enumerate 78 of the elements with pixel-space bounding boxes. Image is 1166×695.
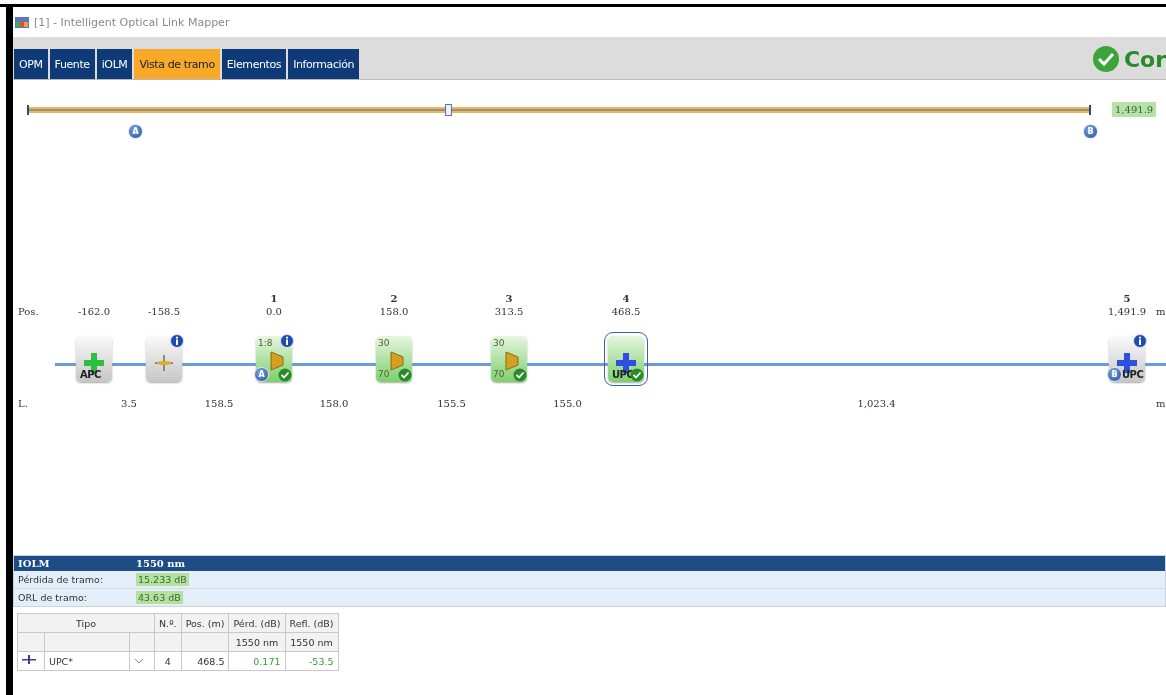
window-title: [1] - Intelligent Optical Link Mapper — [34, 15, 230, 29]
info-icon — [1133, 334, 1147, 348]
element-number: 4 — [622, 293, 630, 304]
summary-label: Pérdida de tramo: — [18, 574, 105, 585]
marker-badge: B — [1107, 367, 1122, 382]
element-position: 1,491.9 — [1107, 306, 1147, 317]
unit-label: m — [1156, 398, 1166, 409]
tab[interactable]: iOLM — [96, 49, 133, 79]
span-length: 3.5 — [121, 398, 137, 409]
check-icon — [278, 368, 292, 382]
tab[interactable]: OPM — [14, 49, 48, 79]
splitter-icon — [505, 348, 519, 374]
table-cell: -53.5 — [285, 651, 338, 671]
table-cell: 4 — [154, 651, 182, 671]
column-header: Pos. (m) — [181, 613, 229, 633]
summary-label: ORL de tramo: — [18, 592, 88, 603]
info-icon — [280, 334, 294, 348]
app-icon — [15, 16, 29, 28]
element-position: -158.5 — [148, 306, 180, 317]
element-number: 3 — [505, 293, 513, 304]
element-position: 313.5 — [494, 306, 524, 317]
tab[interactable]: Elementos — [221, 49, 287, 79]
span-length: 158.5 — [204, 398, 234, 409]
column-header: N.º. — [154, 613, 182, 633]
dropdown-icon[interactable] — [134, 656, 145, 665]
element-node[interactable]: B UPC — [1109, 336, 1145, 382]
element-node[interactable]: APC — [76, 336, 112, 382]
element-node[interactable]: A 1:8 — [256, 336, 292, 382]
span-length: 158.0 — [319, 398, 349, 409]
table-cell: 468.5 — [181, 651, 229, 671]
table-cell: 0.171 — [229, 651, 285, 671]
tab[interactable]: Información — [288, 49, 360, 79]
connector-label: UPC — [1122, 369, 1144, 380]
element-node[interactable]: 30 70 — [491, 336, 527, 382]
connector-label: UPC — [612, 369, 634, 380]
element-position: 468.5 — [611, 306, 641, 317]
element-position: 0.0 — [266, 306, 282, 317]
span-length: 1,023.4 — [857, 398, 896, 409]
wavelength-label: 1550 nm — [136, 558, 187, 569]
check-icon — [398, 368, 412, 382]
summary-title: IOLM — [18, 558, 51, 569]
element-position: 158.0 — [379, 306, 409, 317]
connector-icon — [22, 654, 36, 666]
info-icon — [170, 334, 184, 348]
splitter-icon — [270, 348, 284, 374]
split-ratio: 1:8 — [258, 338, 273, 348]
tab[interactable]: Vista de tramo — [134, 49, 220, 79]
summary-value: 15.233 dB — [136, 573, 189, 586]
length-label: 1,491.9 — [1112, 102, 1157, 117]
element-number: 2 — [390, 293, 398, 304]
column-header: Tipo — [17, 613, 155, 633]
span-length: 155.5 — [437, 398, 466, 409]
split-ratio: 30 — [378, 338, 390, 348]
span-length: 155.0 — [553, 398, 582, 409]
split-ratio: 30 — [493, 338, 505, 348]
column-header: Pérd. (dB) — [229, 613, 285, 633]
element-position: -162.0 — [78, 306, 110, 317]
element-number: 1 — [270, 293, 278, 304]
marker-badge: B — [1083, 124, 1098, 139]
column-header: Refl. (dB) — [285, 613, 338, 633]
summary-value: 43.63 dB — [136, 591, 183, 604]
split-ratio: 70 — [493, 369, 505, 379]
unit-label: m — [1156, 306, 1166, 317]
element-number: 5 — [1123, 293, 1131, 304]
status-text: Cor — [1123, 46, 1166, 72]
row-label: L. — [18, 398, 28, 409]
connector-label: APC — [80, 369, 101, 380]
tab[interactable]: Fuente — [49, 49, 95, 79]
split-ratio: 70 — [378, 369, 390, 379]
row-label: Pos. — [18, 306, 39, 317]
element-node[interactable] — [146, 336, 182, 382]
check-icon — [513, 368, 527, 382]
splitter-icon — [390, 348, 404, 374]
marker-badge: A — [254, 367, 269, 382]
element-node[interactable]: 30 70 — [376, 336, 412, 382]
connector-icon — [153, 352, 175, 374]
type-cell: UPC* — [44, 651, 130, 671]
marker-badge: A — [128, 124, 143, 139]
